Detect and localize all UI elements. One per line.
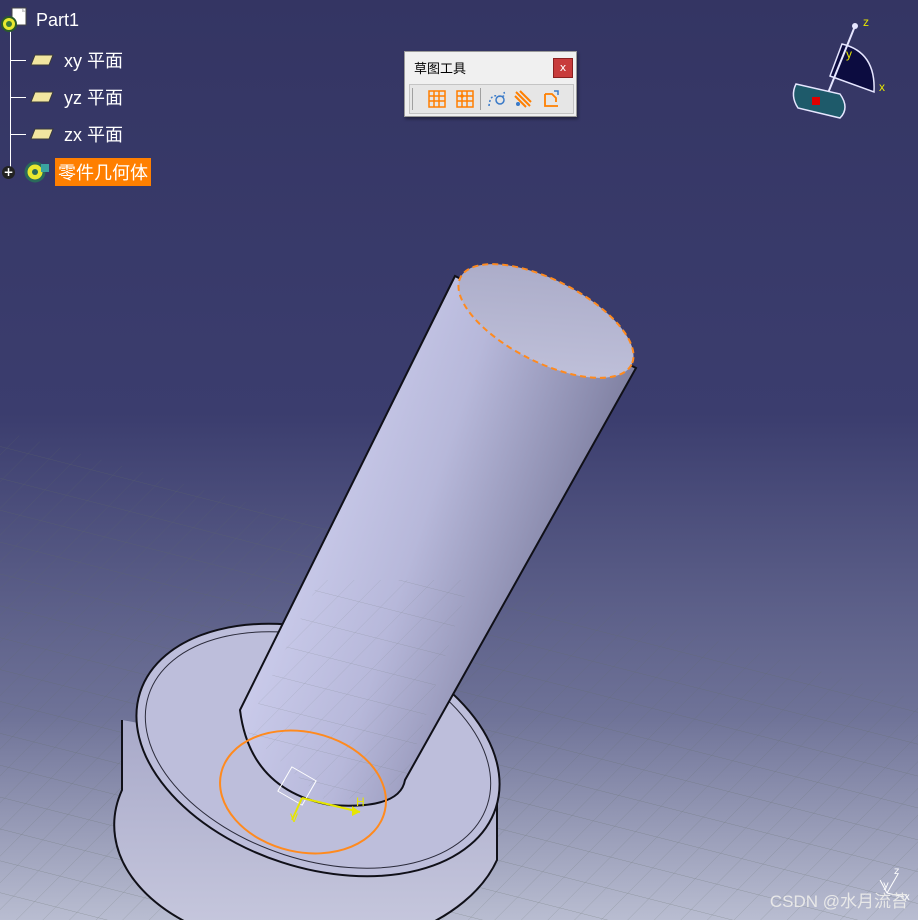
watermark: CSDN @水月流苔	[769, 892, 908, 911]
tree-item-label: xy 平面	[64, 51, 124, 71]
tree-connector-h1	[10, 60, 26, 61]
part-name: Part1	[36, 9, 80, 30]
compass-y-label: y	[846, 47, 852, 61]
part-icon	[1, 7, 27, 32]
tree-item-yz-plane[interactable]: yz 平面	[30, 85, 123, 109]
sketch-tools-toolbar[interactable]: 草图工具 x	[404, 51, 577, 117]
snap-to-point-icon[interactable]	[454, 88, 476, 110]
toolbar-separator	[480, 88, 481, 110]
tree-item-label: yz 平面	[64, 88, 124, 108]
plane-icon	[30, 91, 54, 103]
expand-plus-icon[interactable]: +	[2, 165, 15, 179]
grid-icon[interactable]	[426, 88, 448, 110]
v-axis-label: V	[290, 811, 298, 825]
geometrical-constraints-icon[interactable]	[512, 88, 534, 110]
tree-connector-h2	[10, 97, 26, 98]
tree-item-zx-plane[interactable]: zx 平面	[30, 122, 123, 146]
corner-z-label: z	[894, 866, 899, 877]
part-body-label: 零件几何体	[55, 158, 151, 186]
tree-item-part-body[interactable]: + 零件几何体	[2, 158, 151, 186]
3d-viewport[interactable]: H V z y x	[0, 0, 918, 920]
compass-x-label: x	[879, 80, 885, 94]
toolbar-title: 草图工具	[414, 62, 467, 77]
tree-connector-h3	[10, 134, 26, 135]
compass-z-label: z	[863, 15, 869, 29]
construction-element-icon[interactable]	[486, 88, 508, 110]
tree-item-label: zx 平面	[64, 125, 124, 145]
body-icon	[24, 161, 49, 183]
close-button[interactable]: x	[553, 58, 573, 78]
toolbar-grip	[412, 88, 413, 110]
h-axis-label: H	[356, 795, 365, 809]
compass-icon[interactable]: z y x	[780, 12, 890, 124]
tree-item-xy-plane[interactable]: xy 平面	[30, 48, 123, 72]
plane-icon	[30, 54, 54, 66]
toolbar-button-row	[409, 84, 574, 114]
plane-icon	[30, 128, 54, 140]
tree-connector-vertical	[10, 30, 11, 170]
tree-root-part[interactable]: Part1	[0, 7, 80, 32]
dimensional-constraints-icon[interactable]	[540, 88, 562, 110]
